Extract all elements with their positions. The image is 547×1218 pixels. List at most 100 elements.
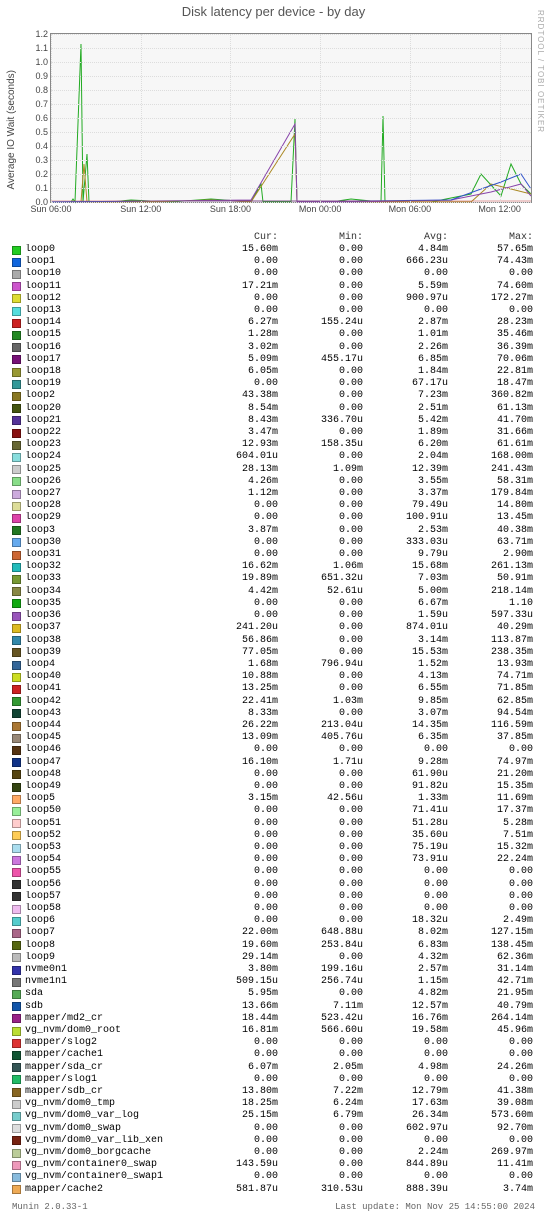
val-max: 0.00 [448, 1074, 533, 1086]
val-avg: 12.79m [363, 1086, 448, 1098]
legend-row: loop3216.62m1.06m15.68m261.13m [12, 561, 535, 573]
color-swatch [12, 477, 21, 486]
val-avg: 602.97u [363, 1123, 448, 1135]
val-avg: 5.00m [363, 586, 448, 598]
val-max: 360.82m [448, 390, 533, 402]
val-max: 40.29m [448, 622, 533, 634]
val-cur: 6.05m [193, 366, 278, 378]
val-max: 61.61m [448, 439, 533, 451]
val-avg: 1.52m [363, 659, 448, 671]
col-cur: Cur: [193, 232, 278, 243]
series-name: loop3 [25, 525, 193, 537]
val-max: 39.08m [448, 1098, 533, 1110]
val-min: 0.00 [278, 500, 363, 512]
color-swatch [12, 1124, 21, 1133]
val-min: 0.00 [278, 708, 363, 720]
series-name: loop44 [25, 720, 193, 732]
legend-row: loop350.000.006.67m1.10 [12, 598, 535, 610]
val-min: 0.00 [278, 305, 363, 317]
color-swatch [12, 453, 21, 462]
series-name: loop29 [25, 512, 193, 524]
legend-row: vg_nvm/dom0_var_log25.15m6.79m26.34m573.… [12, 1110, 535, 1122]
val-min: 336.70u [278, 415, 363, 427]
val-max: 2.49m [448, 915, 533, 927]
val-max: 238.35m [448, 647, 533, 659]
val-max: 0.00 [448, 1171, 533, 1183]
series-name: loop9 [25, 952, 193, 964]
series-name: loop18 [25, 366, 193, 378]
legend-row: loop4426.22m213.04u14.35m116.59m [12, 720, 535, 732]
legend-row: vg_nvm/dom0_root16.81m566.60u19.58m45.96… [12, 1025, 535, 1037]
legend-row: loop2312.93m158.35u6.20m61.61m [12, 439, 535, 451]
val-max: 0.00 [448, 744, 533, 756]
val-min: 0.00 [278, 781, 363, 793]
val-avg: 15.68m [363, 561, 448, 573]
series-name: loop11 [25, 281, 193, 293]
val-max: 74.43m [448, 256, 533, 268]
color-swatch [12, 270, 21, 279]
val-min: 2.05m [278, 1062, 363, 1074]
legend-row: loop2528.13m1.09m12.39m241.43m [12, 464, 535, 476]
val-max: 63.71m [448, 537, 533, 549]
y-tick: 0.7 [35, 99, 48, 109]
color-swatch [12, 343, 21, 352]
color-swatch [12, 709, 21, 718]
val-max: 94.54m [448, 708, 533, 720]
legend-row: loop10.000.00666.23u74.43m [12, 256, 535, 268]
val-cur: 6.27m [193, 317, 278, 329]
val-min: 0.00 [278, 622, 363, 634]
series-name: loop36 [25, 610, 193, 622]
val-max: 13.93m [448, 659, 533, 671]
series-name: loop8 [25, 940, 193, 952]
val-cur: 0.00 [193, 1049, 278, 1061]
color-swatch [12, 697, 21, 706]
legend-row: loop460.000.000.000.00 [12, 744, 535, 756]
val-cur: 10.88m [193, 671, 278, 683]
legend-row: loop264.26m0.003.55m58.31m [12, 476, 535, 488]
legend-row: sda5.95m0.004.82m21.95m [12, 988, 535, 1000]
series-name: loop27 [25, 488, 193, 500]
series-name: vg_nvm/dom0_var_lib_xen [25, 1135, 193, 1147]
val-avg: 73.91u [363, 854, 448, 866]
legend-row: vg_nvm/container0_swap143.59u0.00844.89u… [12, 1159, 535, 1171]
legend-row: loop175.09m455.17u6.85m70.06m [12, 354, 535, 366]
legend-row: vg_nvm/container0_swap10.000.000.000.00 [12, 1171, 535, 1183]
legend-row: mapper/slog20.000.000.000.00 [12, 1037, 535, 1049]
val-min: 0.00 [278, 988, 363, 1000]
chart-area: 0.00.10.20.30.40.50.60.70.80.91.01.11.2S… [50, 23, 532, 223]
val-avg: 1.01m [363, 329, 448, 341]
val-cur: 0.00 [193, 1171, 278, 1183]
color-swatch [12, 978, 21, 987]
color-swatch [12, 892, 21, 901]
val-cur: 19.60m [193, 940, 278, 952]
color-swatch [12, 380, 21, 389]
x-tick: Mon 12:00 [478, 204, 521, 214]
legend-table: Cur: Min: Avg: Max: loop015.60m0.004.84m… [12, 231, 535, 1196]
val-min: 155.24u [278, 317, 363, 329]
series-name: loop35 [25, 598, 193, 610]
val-avg: 4.84m [363, 244, 448, 256]
val-min: 0.00 [278, 891, 363, 903]
val-avg: 0.00 [363, 903, 448, 915]
rrdtool-credit: RRDTOOL / TOBI OETIKER [536, 10, 545, 133]
y-axis-label: Average IO Wait (seconds) [6, 70, 17, 190]
val-max: 70.06m [448, 354, 533, 366]
color-swatch [12, 599, 21, 608]
val-cur: 5.95m [193, 988, 278, 1000]
val-max: 74.71m [448, 671, 533, 683]
series-name: loop30 [25, 537, 193, 549]
val-min: 6.79m [278, 1110, 363, 1122]
val-avg: 2.87m [363, 317, 448, 329]
val-cur: 1.12m [193, 488, 278, 500]
y-tick: 0.5 [35, 127, 48, 137]
y-tick: 1.2 [35, 29, 48, 39]
color-swatch [12, 770, 21, 779]
legend-row: loop819.60m253.84u6.83m138.45m [12, 940, 535, 952]
legend-row: loop53.15m42.56u1.33m11.69m [12, 793, 535, 805]
val-cur: 43.38m [193, 390, 278, 402]
legend-row: mapper/cache2581.87u310.53u888.39u3.74m [12, 1184, 535, 1196]
series-name: loop37 [25, 622, 193, 634]
plot-region: 0.00.10.20.30.40.50.60.70.80.91.01.11.2S… [50, 33, 532, 203]
val-min: 0.00 [278, 683, 363, 695]
color-swatch [12, 1027, 21, 1036]
